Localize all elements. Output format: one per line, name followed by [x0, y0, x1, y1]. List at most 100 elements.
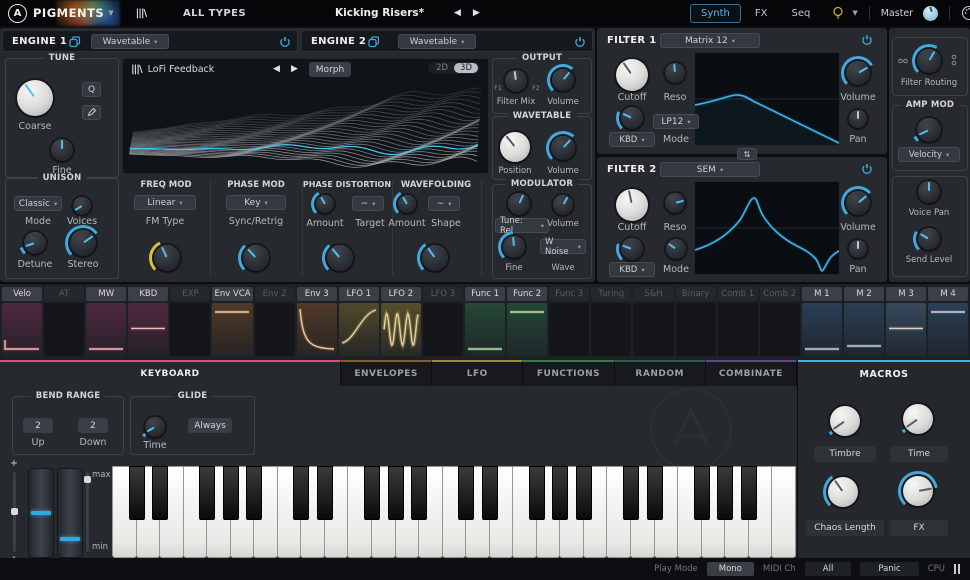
modulator-volume-knob[interactable] — [551, 193, 575, 217]
mod-source-tab-turing[interactable]: Turing — [591, 287, 632, 301]
mod-source-tile-func-3[interactable] — [549, 303, 590, 356]
mod-source-tab-at[interactable]: AT — [44, 287, 85, 301]
wavetable-volume-knob[interactable] — [546, 131, 580, 165]
view-3d[interactable]: 3D — [454, 63, 478, 73]
brand-title[interactable]: PIGMENTS — [33, 6, 104, 20]
macro-fx-knob[interactable] — [898, 471, 938, 511]
tab-combinate[interactable]: COMBINATE — [705, 360, 797, 386]
filter2-power-icon[interactable] — [861, 163, 873, 175]
fine-tune-knob[interactable] — [49, 137, 75, 163]
pitch-bend-wheel[interactable] — [28, 468, 54, 558]
mod-source-tab-s-h[interactable]: S&H — [633, 287, 674, 301]
preset-list-icon[interactable]: |||\ — [136, 8, 148, 19]
mod-wheel[interactable] — [57, 468, 83, 558]
range-slider[interactable] — [84, 472, 91, 552]
view-2d3d-toggle[interactable]: 2D 3D — [428, 62, 480, 74]
black-key[interactable] — [481, 466, 498, 520]
black-key[interactable] — [152, 466, 169, 520]
mod-source-tile-m-4[interactable] — [928, 303, 969, 356]
unison-detune-knob[interactable] — [19, 227, 51, 259]
macro-timbre-label[interactable]: Timbre — [814, 446, 876, 462]
black-key[interactable] — [199, 466, 216, 520]
master-volume-knob[interactable] — [923, 5, 939, 21]
unison-stereo-knob[interactable] — [65, 225, 101, 261]
mod-source-tile-m-3[interactable] — [885, 303, 927, 356]
filter2-mode-knob[interactable] — [664, 237, 688, 261]
glide-always-button[interactable]: Always — [188, 418, 232, 433]
mod-source-tile-comb-2[interactable] — [759, 303, 800, 356]
black-key[interactable] — [623, 466, 640, 520]
mod-source-tab-m-2[interactable]: M 2 — [843, 287, 884, 301]
library-filter[interactable]: ALL TYPES — [183, 8, 246, 19]
mod-source-tile-func-2[interactable] — [507, 303, 548, 356]
octave-slider-handle[interactable] — [11, 508, 18, 515]
tab-synth[interactable]: Synth — [690, 3, 741, 23]
macro-time-knob[interactable] — [898, 399, 938, 439]
black-key[interactable] — [246, 466, 263, 520]
macro-chaos-length-knob[interactable] — [823, 472, 863, 512]
mod-source-tile-lfo-2[interactable] — [380, 303, 421, 356]
filter-mix-knob[interactable] — [503, 68, 529, 94]
mod-source-tile-binary[interactable] — [675, 303, 716, 356]
preset-name[interactable]: Kicking Risers* — [335, 7, 424, 19]
filter2-type-select[interactable]: SEM — [660, 162, 760, 177]
mod-source-tile-env-3[interactable] — [296, 303, 337, 356]
mod-source-tab-env-vca[interactable]: Env VCA — [212, 287, 253, 301]
modulator-tune-knob[interactable] — [506, 191, 532, 217]
black-key[interactable] — [364, 466, 381, 520]
virtual-keyboard[interactable] — [112, 466, 796, 558]
black-key[interactable] — [693, 466, 710, 520]
tab-lfo[interactable]: LFO — [432, 360, 524, 386]
play-mode-value-button[interactable]: Mono — [706, 562, 754, 576]
unison-voices-knob[interactable] — [71, 195, 93, 217]
mod-source-tile-env-vca[interactable] — [212, 303, 253, 356]
bend-down-value[interactable]: 2 — [78, 418, 108, 433]
next-preset-icon[interactable]: ▶ — [467, 8, 486, 18]
tab-functions[interactable]: FUNCTIONS — [523, 360, 615, 386]
panic-button[interactable]: Panic — [860, 562, 919, 576]
engine1-type-select[interactable]: Wavetable — [91, 34, 169, 49]
black-key[interactable] — [128, 466, 145, 520]
black-key[interactable] — [411, 466, 428, 520]
mod-source-tab-m-1[interactable]: M 1 — [801, 287, 842, 301]
mod-source-tile-lfo-3[interactable] — [422, 303, 464, 356]
tab-random[interactable]: RANDOM — [614, 360, 706, 386]
amp-mod-source-select[interactable]: Velocity — [898, 147, 960, 162]
mod-source-tab-kbd[interactable]: KBD — [128, 287, 169, 301]
filter2-kbd-select[interactable]: KBD — [609, 262, 655, 277]
mod-source-tab-lfo-1[interactable]: LFO 1 — [338, 287, 379, 301]
mod-source-tab-comb-2[interactable]: Comb 2 — [759, 287, 800, 301]
mod-source-tile-exp[interactable] — [170, 303, 211, 356]
tab-envelopes[interactable]: ENVELOPES — [341, 360, 433, 386]
filter1-reso-knob[interactable] — [663, 61, 687, 85]
mod-source-tile-kbd[interactable] — [128, 303, 169, 356]
filter1-kbd-knob[interactable] — [616, 102, 648, 134]
tab-fx[interactable]: FX — [745, 5, 778, 22]
quantize-button[interactable]: Q — [82, 82, 101, 97]
send-level-knob[interactable] — [913, 223, 945, 255]
black-key[interactable] — [293, 466, 310, 520]
filter2-cutoff-knob[interactable] — [614, 187, 650, 223]
filter1-volume-knob[interactable] — [841, 56, 875, 90]
filter1-kbd-select[interactable]: KBD — [609, 132, 655, 147]
engine1-power-icon[interactable] — [279, 36, 291, 48]
mod-source-tab-func-1[interactable]: Func 1 — [465, 287, 506, 301]
mod-source-tab-func-2[interactable]: Func 2 — [507, 287, 548, 301]
mod-source-tile-m-2[interactable] — [843, 303, 884, 356]
mod-source-tile-env-2[interactable] — [254, 303, 295, 356]
phase-mod-sync-select[interactable]: Key — [226, 195, 286, 210]
filter1-type-select[interactable]: Matrix 12 — [660, 33, 760, 48]
mod-source-tile-lfo-1[interactable] — [338, 303, 379, 356]
black-key[interactable] — [528, 466, 545, 520]
midi-icon[interactable] — [961, 5, 970, 21]
bulb-icon[interactable] — [832, 6, 844, 21]
black-key[interactable] — [740, 466, 757, 520]
phase-distortion-mod-knob[interactable] — [322, 240, 358, 276]
mod-source-tile-mw[interactable] — [86, 303, 127, 356]
mod-source-tab-func-3[interactable]: Func 3 — [549, 287, 590, 301]
mod-source-tab-m-4[interactable]: M 4 — [928, 287, 969, 301]
wavetable-next-icon[interactable]: ▶ — [291, 64, 298, 74]
wavefolding-shape-select[interactable]: ~ — [428, 196, 460, 211]
filter-routing-knob[interactable] — [912, 44, 946, 78]
filter1-power-icon[interactable] — [861, 34, 873, 46]
